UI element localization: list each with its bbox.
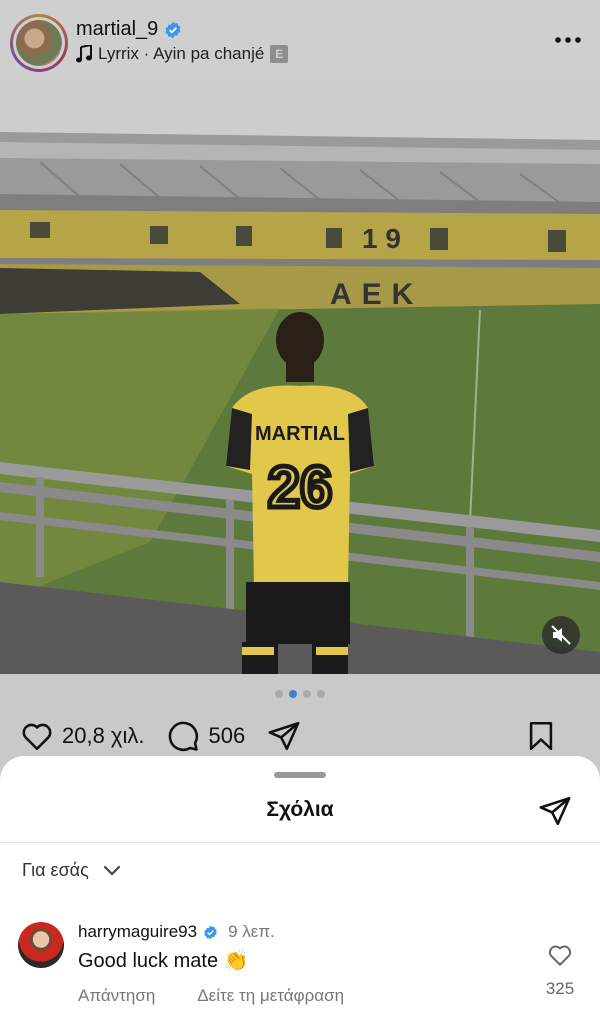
comment-actions: Απάντηση Δείτε τη μετάφραση — [78, 986, 344, 1006]
jersey-name: MARTIAL — [255, 423, 345, 445]
post-username[interactable]: martial_9 — [76, 18, 182, 41]
comment-action[interactable]: 506 — [166, 719, 245, 753]
sheet-divider — [0, 842, 600, 843]
carousel-dot — [275, 690, 283, 698]
share-paper-plane-icon[interactable] — [538, 794, 572, 828]
comments-count[interactable]: 506 — [208, 723, 245, 749]
comment-text: Good luck mate 👏 — [78, 950, 249, 972]
music-title[interactable]: Lyrrix · Ayin pa chanjé — [98, 44, 264, 64]
filter-label[interactable]: Για εσάς — [22, 860, 89, 881]
likes-count[interactable]: 20,8 χιλ. — [62, 723, 144, 749]
chevron-down-icon[interactable] — [103, 865, 121, 877]
comments-sheet: Σχόλια Για εσάς harrymaguire93 9 λεπ. Go… — [0, 756, 600, 1024]
comment-header: harrymaguire93 9 λεπ. — [78, 922, 275, 942]
explicit-badge: E — [270, 45, 289, 63]
comment-timestamp: 9 λεπ. — [228, 922, 275, 941]
carousel-dot — [317, 690, 325, 698]
comment-like-count: 325 — [545, 979, 575, 998]
paper-plane-icon[interactable] — [267, 719, 301, 753]
more-options-icon[interactable] — [554, 28, 582, 52]
verified-badge-icon — [204, 925, 217, 939]
heart-icon[interactable] — [20, 719, 54, 753]
comment-heart-icon[interactable] — [547, 942, 573, 968]
carousel-dot-active — [289, 690, 297, 698]
post-photo[interactable]: 1 9 ΑΕΚ MARTIAL 26 — [0, 82, 600, 674]
translate-link[interactable]: Δείτε τη μετάφραση — [197, 986, 344, 1006]
bookmark-icon[interactable] — [524, 719, 558, 753]
stadium-image: 1 9 ΑΕΚ MARTIAL 26 — [0, 82, 600, 674]
svg-text:1 9: 1 9 — [362, 223, 401, 254]
comment-icon[interactable] — [166, 719, 200, 753]
speaker-muted-icon — [551, 625, 571, 645]
sheet-drag-handle[interactable] — [274, 772, 326, 778]
comment-like[interactable]: 325 — [542, 942, 578, 999]
comment-filter-dropdown[interactable]: Για εσάς — [22, 860, 121, 881]
post-action-bar: 20,8 χιλ. 506 — [20, 716, 580, 756]
comment-avatar[interactable] — [18, 922, 64, 968]
verified-badge-icon — [165, 21, 181, 38]
mute-button[interactable] — [542, 616, 580, 654]
reply-link[interactable]: Απάντηση — [78, 986, 155, 1006]
comment-username[interactable]: harrymaguire93 — [78, 922, 197, 942]
music-note-icon — [76, 45, 92, 63]
svg-text:ΑΕΚ: ΑΕΚ — [330, 278, 423, 311]
like-action[interactable]: 20,8 χιλ. — [20, 719, 144, 753]
jersey-number: 26 — [268, 455, 333, 520]
post-username-text[interactable]: martial_9 — [76, 18, 158, 41]
carousel-indicator — [0, 690, 600, 698]
sheet-title: Σχόλια — [266, 798, 334, 821]
share-action[interactable] — [267, 719, 301, 753]
save-action[interactable] — [524, 719, 558, 753]
music-attribution[interactable]: Lyrrix · Ayin pa chanjé E — [76, 44, 289, 64]
profile-avatar[interactable] — [10, 14, 68, 72]
carousel-dot — [303, 690, 311, 698]
post-header: martial_9 Lyrrix · Ayin pa chanjé E — [0, 0, 600, 82]
